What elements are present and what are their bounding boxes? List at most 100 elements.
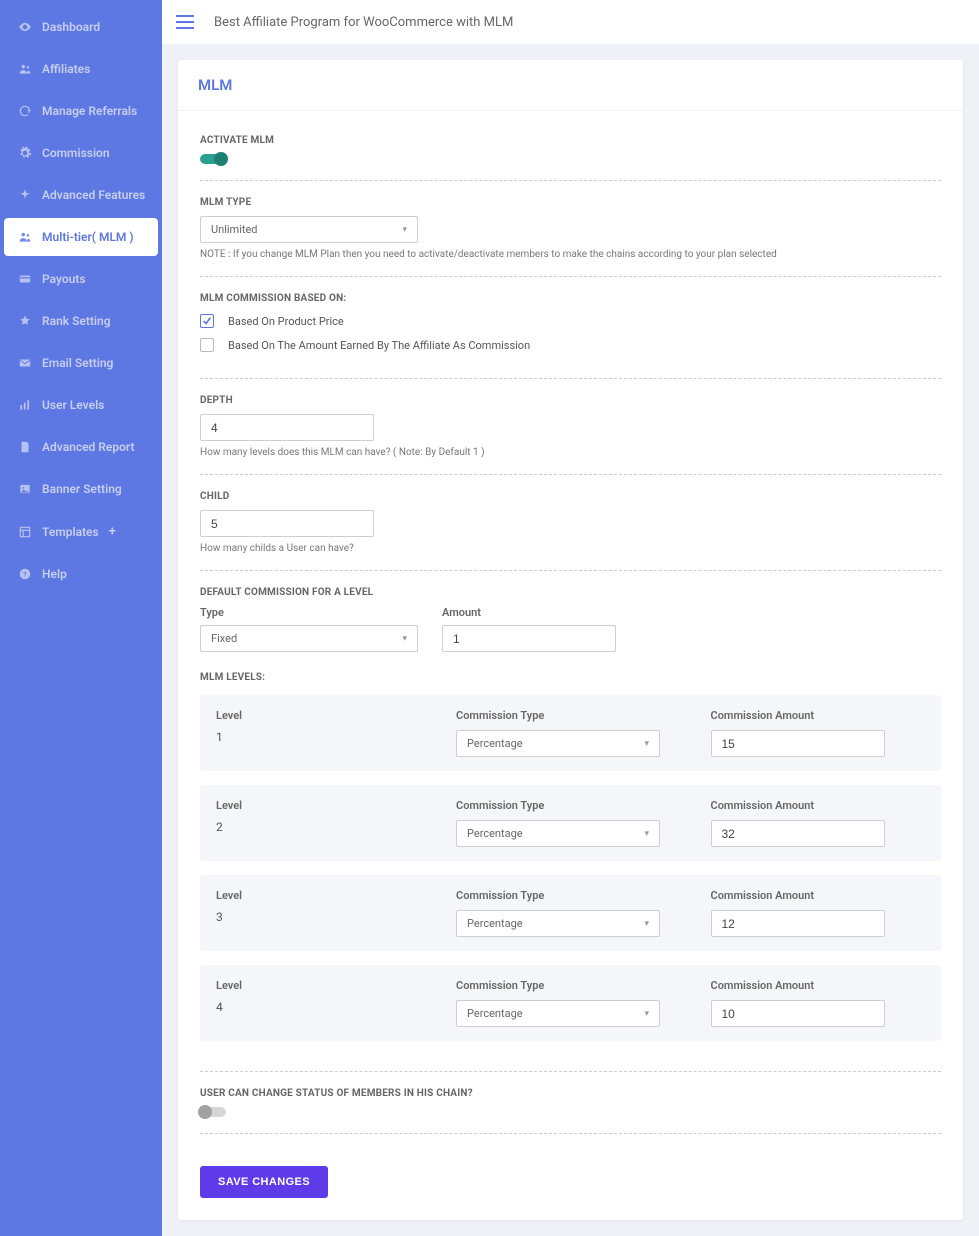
- level-amount-label: Commission Amount: [711, 889, 926, 902]
- depth-label: DEPTH: [200, 395, 941, 406]
- mlm-type-label: MLM TYPE: [200, 197, 941, 208]
- sidebar: Dashboard Affiliates Manage Referrals Commi…: [0, 0, 162, 1236]
- plus-icon: +: [109, 524, 116, 539]
- level-row: Level3Commission TypePercentage▾Commissi…: [200, 875, 941, 951]
- child-label: CHILD: [200, 491, 941, 502]
- sidebar-item-dashboard[interactable]: Dashboard: [0, 8, 162, 46]
- circle-arrows-icon: [18, 104, 32, 118]
- bars-icon: [18, 398, 32, 412]
- depth-input[interactable]: [200, 414, 374, 441]
- commission-based-label: MLM COMMISSION BASED ON:: [200, 293, 941, 304]
- sidebar-item-email-setting[interactable]: Email Setting: [0, 344, 162, 382]
- level-type-select[interactable]: Percentage▾: [456, 910, 660, 937]
- level-amount-input[interactable]: [711, 730, 885, 757]
- level-amount-label: Commission Amount: [711, 709, 926, 722]
- mlm-card: MLM ACTIVATE MLM MLM TYPE Unlimited ▾ NO…: [178, 60, 963, 1220]
- template-icon: [18, 525, 32, 539]
- sidebar-item-label: Help: [42, 567, 67, 581]
- sidebar-item-help[interactable]: ? Help: [0, 555, 162, 593]
- card-icon: [18, 272, 32, 286]
- sidebar-item-label: Commission: [42, 146, 110, 160]
- sidebar-item-affiliates[interactable]: Affiliates: [0, 50, 162, 88]
- level-type-value: Percentage: [467, 827, 523, 840]
- based-on-price-checkbox[interactable]: [200, 314, 214, 328]
- sidebar-item-commission[interactable]: Commission: [0, 134, 162, 172]
- level-number-label: Level: [216, 709, 416, 722]
- topbar: Best Affiliate Program for WooCommerce w…: [162, 0, 979, 44]
- sidebar-item-rank-setting[interactable]: Rank Setting: [0, 302, 162, 340]
- level-amount-input[interactable]: [711, 820, 885, 847]
- chevron-down-icon: ▾: [402, 225, 407, 235]
- level-number-label: Level: [216, 799, 416, 812]
- sidebar-item-multi-tier-mlm-[interactable]: Multi-tier( MLM ): [4, 218, 158, 256]
- sidebar-item-manage-referrals[interactable]: Manage Referrals: [0, 92, 162, 130]
- child-input[interactable]: [200, 510, 374, 537]
- chevron-down-icon: ▾: [644, 1009, 649, 1019]
- sidebar-item-label: Dashboard: [42, 20, 100, 34]
- sidebar-item-label: Email Setting: [42, 356, 113, 370]
- level-amount-input[interactable]: [711, 910, 885, 937]
- sidebar-item-payouts[interactable]: Payouts: [0, 260, 162, 298]
- level-number-value: 2: [216, 820, 416, 834]
- based-on-earned-checkbox[interactable]: [200, 338, 214, 352]
- mlm-levels-label: MLM LEVELS:: [200, 672, 941, 683]
- menu-toggle-icon[interactable]: [176, 15, 194, 29]
- svg-text:?: ?: [23, 570, 26, 578]
- level-number-label: Level: [216, 979, 416, 992]
- based-on-price-label: Based On Product Price: [228, 315, 344, 328]
- sidebar-item-label: Multi-tier( MLM ): [42, 230, 134, 244]
- sidebar-item-templates[interactable]: Templates+: [0, 512, 162, 551]
- sidebar-item-label: User Levels: [42, 398, 104, 412]
- default-commission-label: DEFAULT COMMISSION FOR A LEVEL: [200, 587, 941, 598]
- child-note: How many childs a User can have?: [200, 543, 941, 554]
- mail-icon: [18, 356, 32, 370]
- level-row: Level2Commission TypePercentage▾Commissi…: [200, 785, 941, 861]
- sidebar-item-label: Manage Referrals: [42, 104, 137, 118]
- chevron-down-icon: ▾: [644, 739, 649, 749]
- card-title: MLM: [178, 60, 963, 111]
- activate-mlm-toggle[interactable]: [200, 154, 226, 164]
- level-amount-input[interactable]: [711, 1000, 885, 1027]
- sidebar-item-label: Payouts: [42, 272, 86, 286]
- user-change-toggle[interactable]: [200, 1107, 226, 1117]
- level-number-value: 4: [216, 1000, 416, 1014]
- help-icon: ?: [18, 567, 32, 581]
- sidebar-item-advanced-features[interactable]: Advanced Features: [0, 176, 162, 214]
- sidebar-item-advanced-report[interactable]: Advanced Report: [0, 428, 162, 466]
- default-amount-input[interactable]: [442, 625, 616, 652]
- doc-icon: [18, 440, 32, 454]
- level-type-select[interactable]: Percentage ▾: [456, 1000, 660, 1027]
- sidebar-item-user-levels[interactable]: User Levels: [0, 386, 162, 424]
- level-number-value: 1: [216, 730, 416, 744]
- activate-mlm-label: ACTIVATE MLM: [200, 135, 941, 146]
- default-type-label: Type: [200, 606, 418, 619]
- save-button[interactable]: SAVE CHANGES: [200, 1166, 328, 1198]
- chevron-down-icon: ▾: [644, 829, 649, 839]
- level-number-label: Level: [216, 889, 416, 902]
- default-type-select[interactable]: Fixed ▾: [200, 625, 418, 652]
- sidebar-item-banner-setting[interactable]: Banner Setting: [0, 470, 162, 508]
- level-type-value: Percentage: [467, 917, 523, 930]
- level-type-value: Percentage: [467, 1007, 523, 1020]
- chevron-down-icon: ▾: [402, 634, 407, 644]
- level-row: Level4Commission TypePercentage▾Commissi…: [200, 965, 941, 1041]
- level-type-select[interactable]: Percentage ▾: [456, 730, 660, 757]
- based-on-earned-label: Based On The Amount Earned By The Affili…: [228, 339, 530, 352]
- page-title: Best Affiliate Program for WooCommerce w…: [214, 15, 513, 30]
- level-type-select[interactable]: Percentage ▾: [456, 820, 660, 847]
- mlm-type-select[interactable]: Unlimited ▾: [200, 216, 418, 243]
- star-icon: [18, 314, 32, 328]
- level-amount-label: Commission Amount: [711, 799, 926, 812]
- sidebar-item-label: Banner Setting: [42, 482, 122, 496]
- sidebar-item-label: Advanced Features: [42, 188, 145, 202]
- level-type-value: Percentage: [467, 737, 523, 750]
- level-type-label: Commission Type: [456, 979, 671, 992]
- gear-icon: [18, 146, 32, 160]
- default-type-value: Fixed: [211, 632, 237, 645]
- main-area: Best Affiliate Program for WooCommerce w…: [162, 0, 979, 1236]
- mlm-type-value: Unlimited: [211, 223, 258, 236]
- image-icon: [18, 482, 32, 496]
- user-change-label: USER CAN CHANGE STATUS OF MEMBERS IN HIS…: [200, 1088, 941, 1099]
- mlm-type-note: NOTE : If you change MLM Plan then you n…: [200, 249, 941, 260]
- default-amount-label: Amount: [442, 606, 616, 619]
